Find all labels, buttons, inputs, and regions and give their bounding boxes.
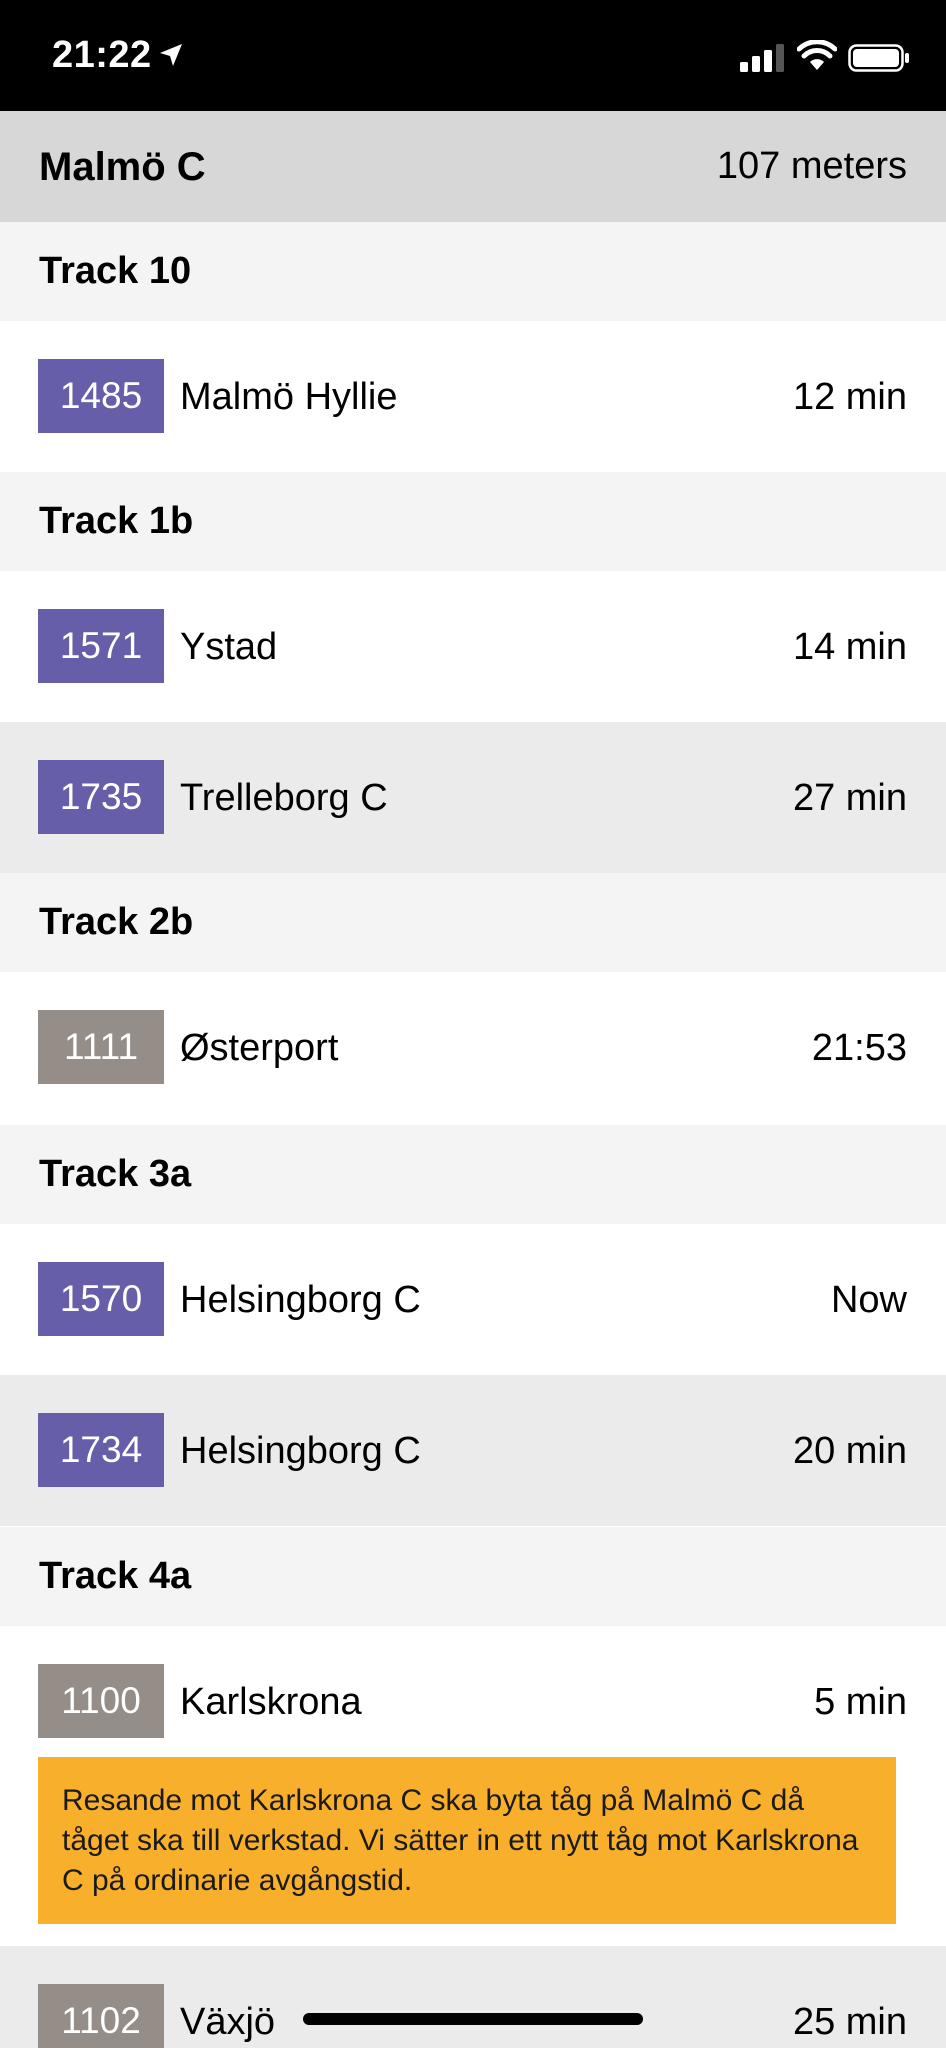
departure-row[interactable]: 1485 Malmö Hyllie 12 min <box>0 321 946 472</box>
station-header[interactable]: Malmö C 107 meters <box>0 111 946 222</box>
destination: Helsingborg C <box>180 1279 421 1321</box>
track-title: Track 10 <box>39 250 192 292</box>
train-number-badge: 1100 <box>38 1664 164 1738</box>
station-distance: 107 meters <box>716 145 907 187</box>
destination: Malmö Hyllie <box>180 376 398 418</box>
train-number-badge: 1570 <box>38 1262 164 1336</box>
train-number-badge: 1571 <box>38 609 164 683</box>
home-indicator[interactable] <box>303 2013 643 2025</box>
train-number-badge: 1102 <box>38 1984 164 2048</box>
destination: Østerport <box>180 1027 339 1069</box>
departure-row[interactable]: 1102 Växjö 25 min <box>0 1946 946 2048</box>
departure-row[interactable]: 1735 Trelleborg C 27 min <box>0 722 946 873</box>
departure-row[interactable]: 1571 Ystad 14 min <box>0 571 946 722</box>
departure-row[interactable]: 1570 Helsingborg C Now <box>0 1224 946 1375</box>
destination: Ystad <box>180 626 278 668</box>
track-title: Track 1b <box>39 500 194 542</box>
departure-time: 14 min <box>792 626 907 668</box>
departure-row[interactable]: 1734 Helsingborg C 20 min <box>0 1375 946 1526</box>
track-section-header: Track 2b <box>0 873 946 972</box>
station-name: Malmö C <box>39 145 206 189</box>
departure-time: 27 min <box>792 777 907 819</box>
status-bar: 21:22 <box>0 0 946 111</box>
departure-time: 25 min <box>792 2001 907 2043</box>
train-number-badge: 1734 <box>38 1413 164 1487</box>
destination: Karlskrona <box>180 1681 362 1723</box>
cellular-signal-icon <box>740 44 784 72</box>
destination: Växjö <box>180 2001 276 2043</box>
departure-time: 20 min <box>792 1430 907 1472</box>
destination: Trelleborg C <box>180 777 388 819</box>
status-time: 21:22 <box>52 34 152 76</box>
train-number-badge: 1735 <box>38 760 164 834</box>
departure-time: 21:53 <box>811 1027 907 1069</box>
departure-time: Now <box>830 1279 907 1321</box>
train-number-badge: 1485 <box>38 359 164 433</box>
battery-icon <box>848 44 909 72</box>
track-title: Track 3a <box>39 1153 192 1195</box>
departure-time: 12 min <box>792 376 907 418</box>
track-title: Track 4a <box>39 1555 192 1597</box>
destination: Helsingborg C <box>180 1430 421 1472</box>
track-section-header: Track 1b <box>0 472 946 571</box>
train-number-badge: 1111 <box>38 1010 164 1084</box>
track-title: Track 2b <box>39 901 194 943</box>
track-section-header: Track 3a <box>0 1125 946 1224</box>
track-section-header: Track 10 <box>0 222 946 321</box>
departure-row[interactable]: 1111 Østerport 21:53 <box>0 972 946 1123</box>
wifi-icon <box>797 40 837 70</box>
location-arrow-icon <box>160 44 182 66</box>
track-section-header: Track 4a <box>0 1527 946 1626</box>
departure-time: 5 min <box>814 1681 907 1723</box>
service-notice: Resande mot Karlskrona C ska byta tåg på… <box>38 1757 896 1924</box>
